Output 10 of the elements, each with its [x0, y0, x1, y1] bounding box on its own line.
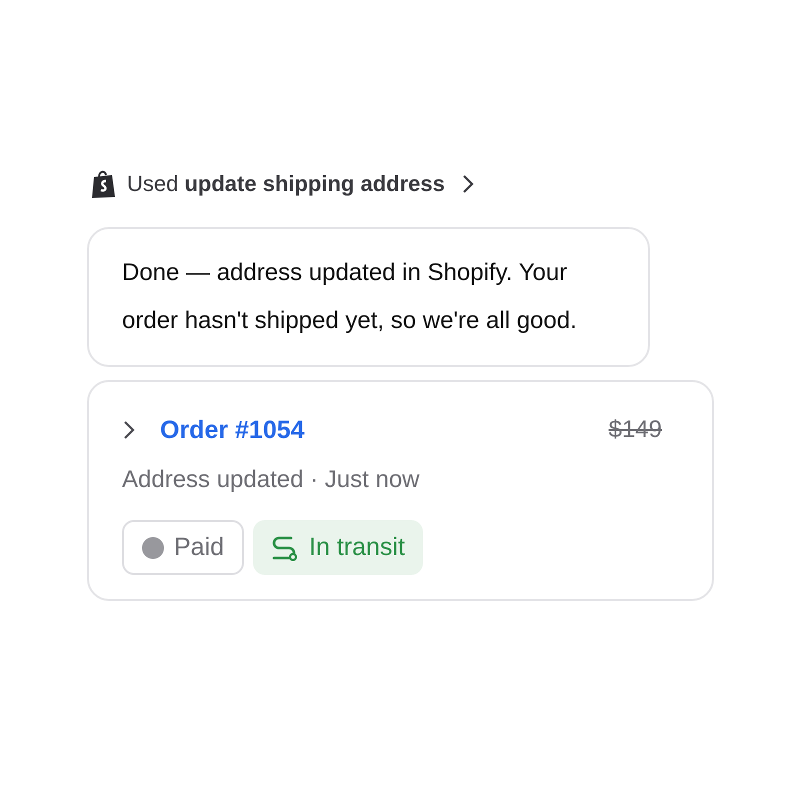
order-subtitle: Address updated · Just now: [122, 466, 421, 495]
shopping-bag-icon: [90, 169, 117, 199]
order-title[interactable]: Order #1054: [160, 416, 609, 444]
chevron-icon[interactable]: [122, 419, 136, 441]
order-price: $149: [608, 416, 662, 444]
chevron-right-icon[interactable]: [460, 174, 475, 194]
tool-call-label: Used update shipping address: [127, 171, 445, 197]
message-text: Done — address updated in Shopify. Your order hasn't shipped yet, so we're all good.: [122, 258, 577, 336]
status-badge: Paid: [122, 520, 244, 575]
transit-badge: In transit: [253, 520, 423, 575]
